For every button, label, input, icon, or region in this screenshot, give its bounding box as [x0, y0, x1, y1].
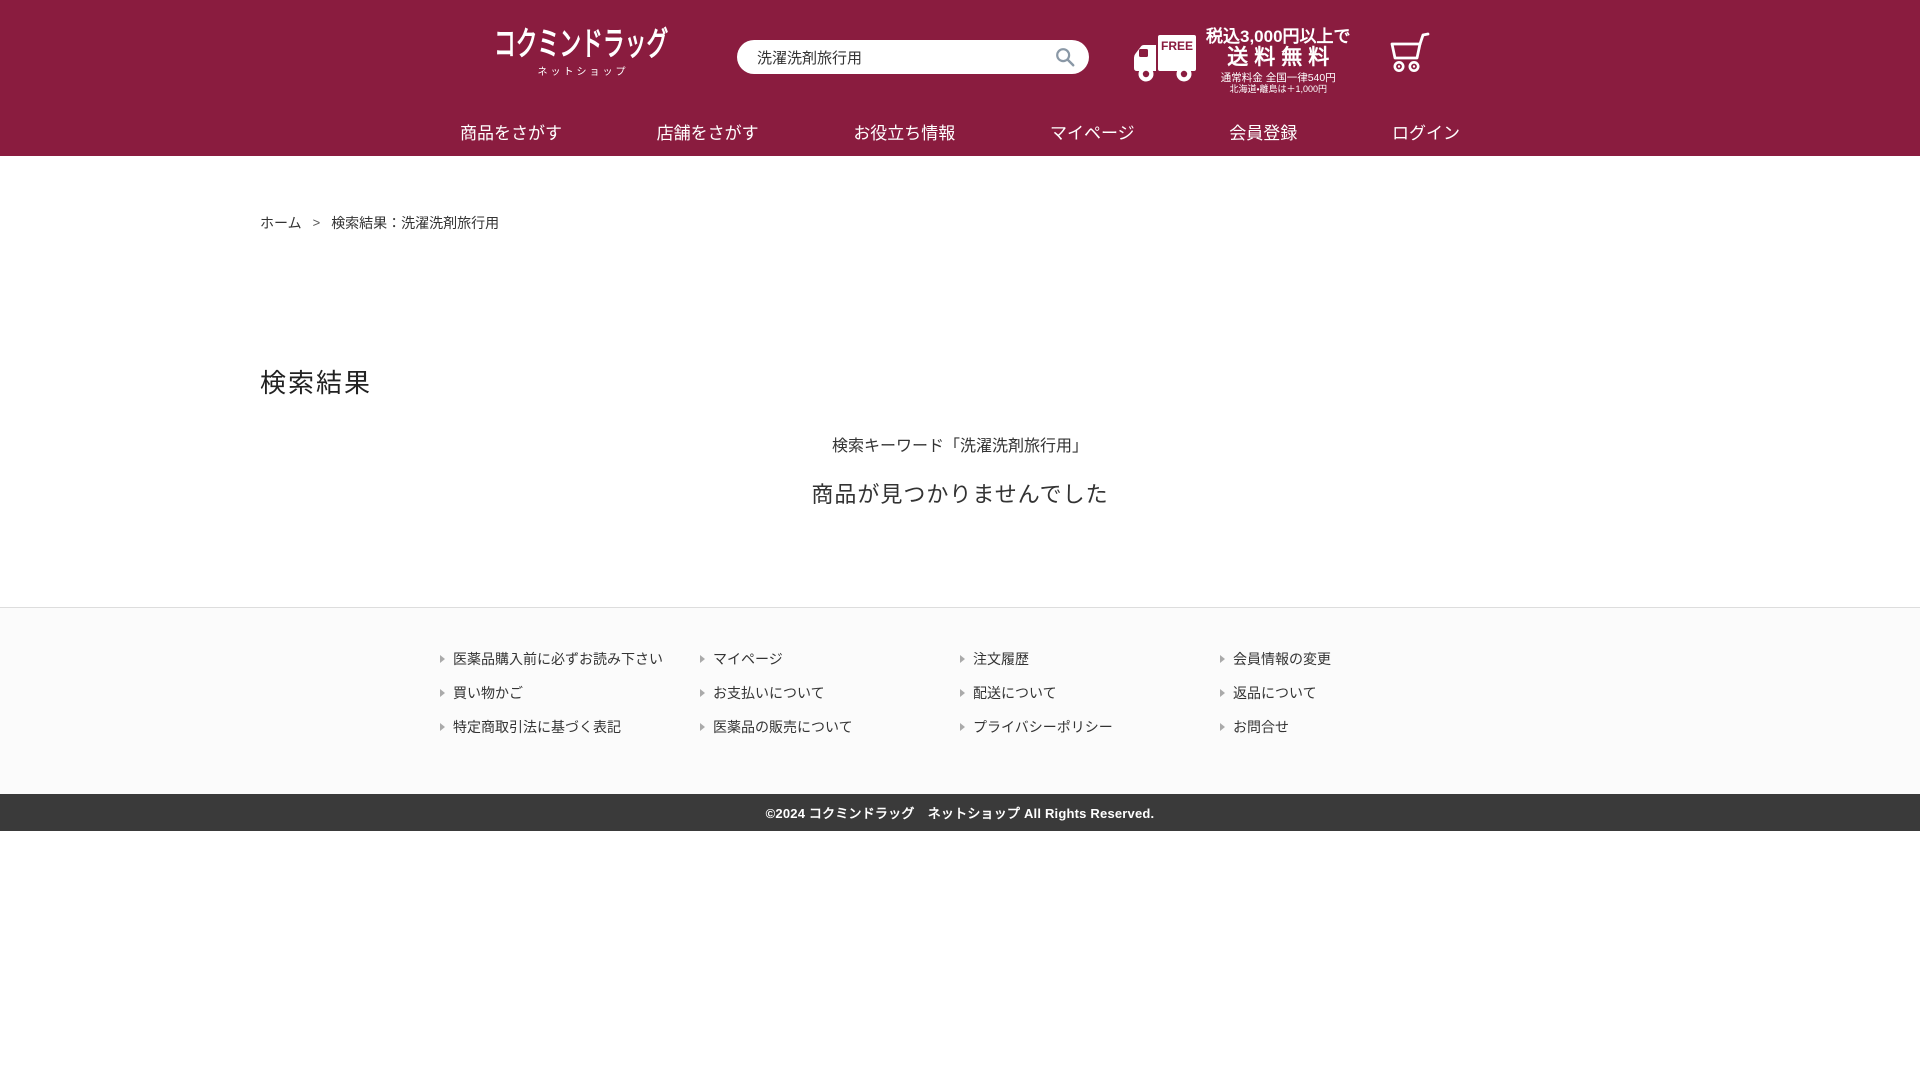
- arrow-icon: [440, 655, 445, 663]
- search-keyword-line: 検索キーワード「洗濯洗剤旅行用」: [831, 438, 1088, 455]
- nav-item-products[interactable]: 商品をさがす: [460, 119, 562, 144]
- search-input[interactable]: [755, 47, 1053, 67]
- footer-link-label: お問合せ: [1233, 719, 1289, 735]
- footer-column-2: マイページ お支払いについて 医薬品の販売について: [700, 649, 960, 737]
- arrow-icon: [960, 689, 965, 697]
- footer-link-label: マイページ: [713, 651, 783, 667]
- shipping-free-label: 送料無料: [1227, 46, 1336, 69]
- nav-item-mypage[interactable]: マイページ: [1050, 119, 1135, 144]
- free-shipping-truck-icon: FREE: [1132, 33, 1198, 88]
- arrow-icon: [700, 689, 705, 697]
- arrow-icon: [1220, 723, 1225, 731]
- footer-link-label: プライバシーポリシー: [973, 719, 1113, 735]
- footer-links: 医薬品購入前に必ずお読み下さい 買い物かご 特定商取引法に基づく表記 マイページ…: [440, 649, 1480, 737]
- footer-link-label: 医薬品の販売について: [713, 719, 853, 735]
- footer-link-label: 医薬品購入前に必ずお読み下さい: [453, 651, 663, 667]
- footer-link-label: 返品について: [1233, 685, 1317, 701]
- search-box: [737, 40, 1089, 74]
- footer-link-pharma-sales[interactable]: 医薬品の販売について: [700, 717, 960, 737]
- copyright-text: ©2024 コクミンドラッグ ネットショップ All Rights Reserv…: [765, 806, 1155, 821]
- cart-icon: [1385, 30, 1432, 79]
- shipping-threshold: 税込3,000円以上で: [1206, 27, 1351, 46]
- search-button[interactable]: [1053, 45, 1077, 69]
- site-footer: 医薬品購入前に必ずお読み下さい 買い物かご 特定商取引法に基づく表記 マイページ…: [0, 607, 1920, 794]
- footer-column-3: 注文履歴 配送について プライバシーポリシー: [960, 649, 1220, 737]
- header-top: コクミンドラッグ ネットショップ FREE: [480, 0, 1440, 106]
- nav-item-info[interactable]: お役立ち情報: [853, 119, 955, 144]
- breadcrumb-home-link[interactable]: ホーム: [260, 213, 302, 233]
- arrow-icon: [960, 723, 965, 731]
- footer-column-1: 医薬品購入前に必ずお読み下さい 買い物かご 特定商取引法に基づく表記: [440, 649, 700, 737]
- no-results-message: 商品が見つかりませんでした: [811, 482, 1109, 507]
- breadcrumb-separator: >: [312, 215, 321, 230]
- footer-link-label: 会員情報の変更: [1233, 651, 1331, 667]
- footer-link-member-info[interactable]: 会員情報の変更: [1220, 649, 1480, 669]
- logo-text: コクミンドラッグ: [494, 25, 669, 62]
- footer-link-before-purchase[interactable]: 医薬品購入前に必ずお読み下さい: [440, 649, 700, 669]
- footer-link-mypage[interactable]: マイページ: [700, 649, 960, 669]
- footer-link-returns[interactable]: 返品について: [1220, 683, 1480, 703]
- footer-link-delivery[interactable]: 配送について: [960, 683, 1220, 703]
- arrow-icon: [960, 655, 965, 663]
- shipping-normal-fee: 通常料金 全国一律540円: [1220, 72, 1336, 84]
- footer-link-payment[interactable]: お支払いについて: [700, 683, 960, 703]
- nav-item-register[interactable]: 会員登録: [1229, 119, 1297, 144]
- arrow-icon: [440, 689, 445, 697]
- footer-link-order-history[interactable]: 注文履歴: [960, 649, 1220, 669]
- cart-button[interactable]: [1385, 30, 1432, 79]
- footer-link-privacy-policy[interactable]: プライバシーポリシー: [960, 717, 1220, 737]
- site-logo[interactable]: コクミンドラッグ ネットショップ: [494, 25, 672, 79]
- arrow-icon: [440, 723, 445, 731]
- nav-item-stores[interactable]: 店舗をさがす: [657, 119, 759, 144]
- footer-link-label: 注文履歴: [973, 651, 1029, 667]
- nav-item-login[interactable]: ログイン: [1392, 119, 1460, 144]
- search-icon: [1054, 46, 1076, 68]
- footer-link-label: お支払いについて: [713, 685, 825, 701]
- svg-text:FREE: FREE: [1161, 39, 1193, 53]
- arrow-icon: [700, 655, 705, 663]
- breadcrumb-current: 検索結果：洗濯洗剤旅行用: [331, 215, 500, 231]
- free-shipping-text: 税込3,000円以上で 送料無料 通常料金 全国一律540円 北海道・離島は＋1…: [1206, 27, 1351, 95]
- footer-column-4: 会員情報の変更 返品について お問合せ: [1220, 649, 1480, 737]
- footer-link-label: 買い物かご: [453, 685, 523, 701]
- copyright-bar: ©2024 コクミンドラッグ ネットショップ All Rights Reserv…: [0, 794, 1920, 831]
- arrow-icon: [1220, 655, 1225, 663]
- footer-link-commercial-law[interactable]: 特定商取引法に基づく表記: [440, 717, 700, 737]
- logo-subtext: ネットショップ: [537, 67, 629, 78]
- breadcrumb: ホーム > 検索結果：洗濯洗剤旅行用: [260, 213, 1660, 233]
- main-content: ホーム > 検索結果：洗濯洗剤旅行用 検索結果 検索キーワード「洗濯洗剤旅行用」…: [260, 156, 1660, 607]
- main-nav: 商品をさがす 店舗をさがす お役立ち情報 マイページ 会員登録 ログイン: [460, 106, 1460, 156]
- site-header: コクミンドラッグ ネットショップ FREE: [0, 0, 1920, 156]
- footer-link-label: 配送について: [973, 685, 1057, 701]
- search-result-message: 検索キーワード「洗濯洗剤旅行用」 商品が見つかりませんでした: [260, 437, 1660, 509]
- shipping-remote-fee: 北海道・離島は＋1,000円: [1229, 84, 1328, 94]
- arrow-icon: [700, 723, 705, 731]
- free-shipping-banner: FREE 税込3,000円以上で 送料無料 通常料金 全国一律540円 北海道・…: [1132, 27, 1351, 95]
- arrow-icon: [1220, 689, 1225, 697]
- footer-link-contact[interactable]: お問合せ: [1220, 717, 1480, 737]
- footer-link-label: 特定商取引法に基づく表記: [453, 719, 621, 735]
- page-title: 検索結果: [260, 368, 373, 398]
- footer-link-shopping-cart[interactable]: 買い物かご: [440, 683, 700, 703]
